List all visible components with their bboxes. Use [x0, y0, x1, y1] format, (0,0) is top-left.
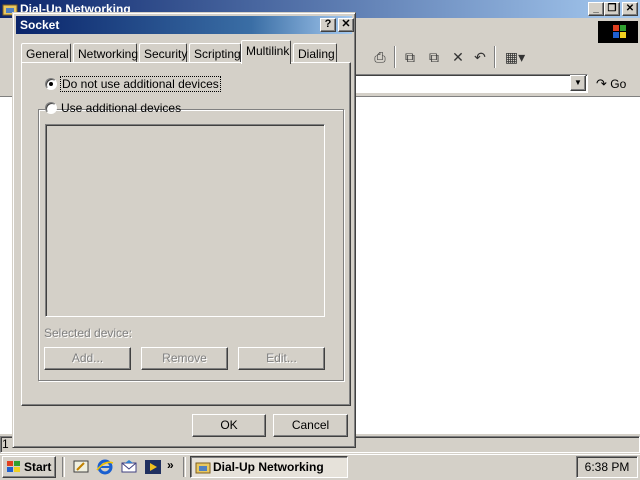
cancel-button[interactable]: Cancel [273, 414, 348, 437]
taskbar-button-label: Dial-Up Networking [213, 460, 324, 474]
go-button[interactable]: ↷ Go [596, 74, 636, 93]
use-additional-devices-label[interactable]: Use additional devices [61, 101, 181, 115]
logo-yellow-pane [620, 32, 626, 38]
tab-dialing[interactable]: Dialing [293, 43, 337, 63]
minimize-button[interactable]: _ [588, 2, 604, 16]
toolbar-separator [394, 46, 396, 68]
show-desktop-icon[interactable] [72, 458, 90, 476]
no-additional-devices-label[interactable]: Do not use additional devices [60, 76, 221, 92]
ok-button[interactable]: OK [192, 414, 266, 437]
start-label: Start [24, 460, 52, 474]
logo-red-pane [613, 25, 619, 31]
address-dropdown-button[interactable]: ▼ [570, 75, 586, 91]
quicklaunch-chevron[interactable]: » [167, 458, 174, 472]
logo-blue-pane [613, 32, 619, 38]
outlook-express-icon[interactable] [120, 458, 138, 476]
print-icon[interactable]: ⎙ [370, 48, 390, 66]
radio-no-additional-devices[interactable] [45, 78, 57, 90]
close-button[interactable]: ✕ [622, 2, 638, 16]
delete-icon[interactable]: ✕ [448, 48, 468, 66]
windows-flag-icon [7, 461, 20, 472]
radio-selected-dot [49, 82, 53, 86]
dialog-title: Socket [20, 18, 60, 32]
restore-button[interactable]: ❐ [604, 2, 620, 16]
help-button[interactable]: ? [320, 18, 336, 32]
address-input[interactable] [350, 74, 588, 93]
tab-multilink[interactable]: Multilink [241, 40, 291, 64]
windows-logo [598, 21, 638, 43]
tab-networking[interactable]: Networking [73, 43, 138, 63]
internet-explorer-icon[interactable] [96, 458, 114, 476]
undo-icon[interactable]: ↶ [470, 48, 490, 66]
device-list[interactable] [45, 124, 325, 317]
dialog-close-button[interactable]: ✕ [338, 18, 354, 32]
tab-general[interactable]: General [21, 43, 71, 63]
system-tray: 6:38 PM [576, 456, 638, 478]
taskbar-button-dialup-networking[interactable]: Dial-Up Networking [190, 456, 348, 478]
taskbar-separator [62, 457, 65, 477]
clock[interactable]: 6:38 PM [585, 460, 630, 474]
start-button[interactable]: Start [2, 456, 56, 478]
taskbar-separator [183, 457, 186, 477]
go-label: Go [610, 77, 627, 91]
radio-use-additional-devices[interactable] [45, 102, 57, 114]
go-arrow-icon: ↷ [596, 76, 607, 91]
copy-to-icon[interactable]: ⧉ [424, 48, 444, 66]
remove-device-button[interactable]: Remove [141, 347, 228, 370]
add-device-button[interactable]: Add... [44, 347, 131, 370]
move-to-icon[interactable]: ⧉ [400, 48, 420, 66]
dialup-folder-icon [195, 462, 211, 474]
logo-green-pane [620, 25, 626, 31]
media-player-icon[interactable] [144, 458, 162, 476]
socket-properties-dialog: Socket ? ✕ General Networking Security S… [12, 12, 356, 448]
dialog-titlebar[interactable]: Socket ? ✕ [16, 16, 354, 34]
tab-scripting[interactable]: Scripting [189, 43, 241, 63]
selected-device-label: Selected device: [44, 326, 133, 340]
views-icon[interactable]: ▦▾ [502, 48, 528, 66]
edit-device-button[interactable]: Edit... [238, 347, 325, 370]
status-text: 1 [2, 437, 9, 451]
tab-security[interactable]: Security [139, 43, 187, 63]
toolbar-separator [494, 46, 496, 68]
